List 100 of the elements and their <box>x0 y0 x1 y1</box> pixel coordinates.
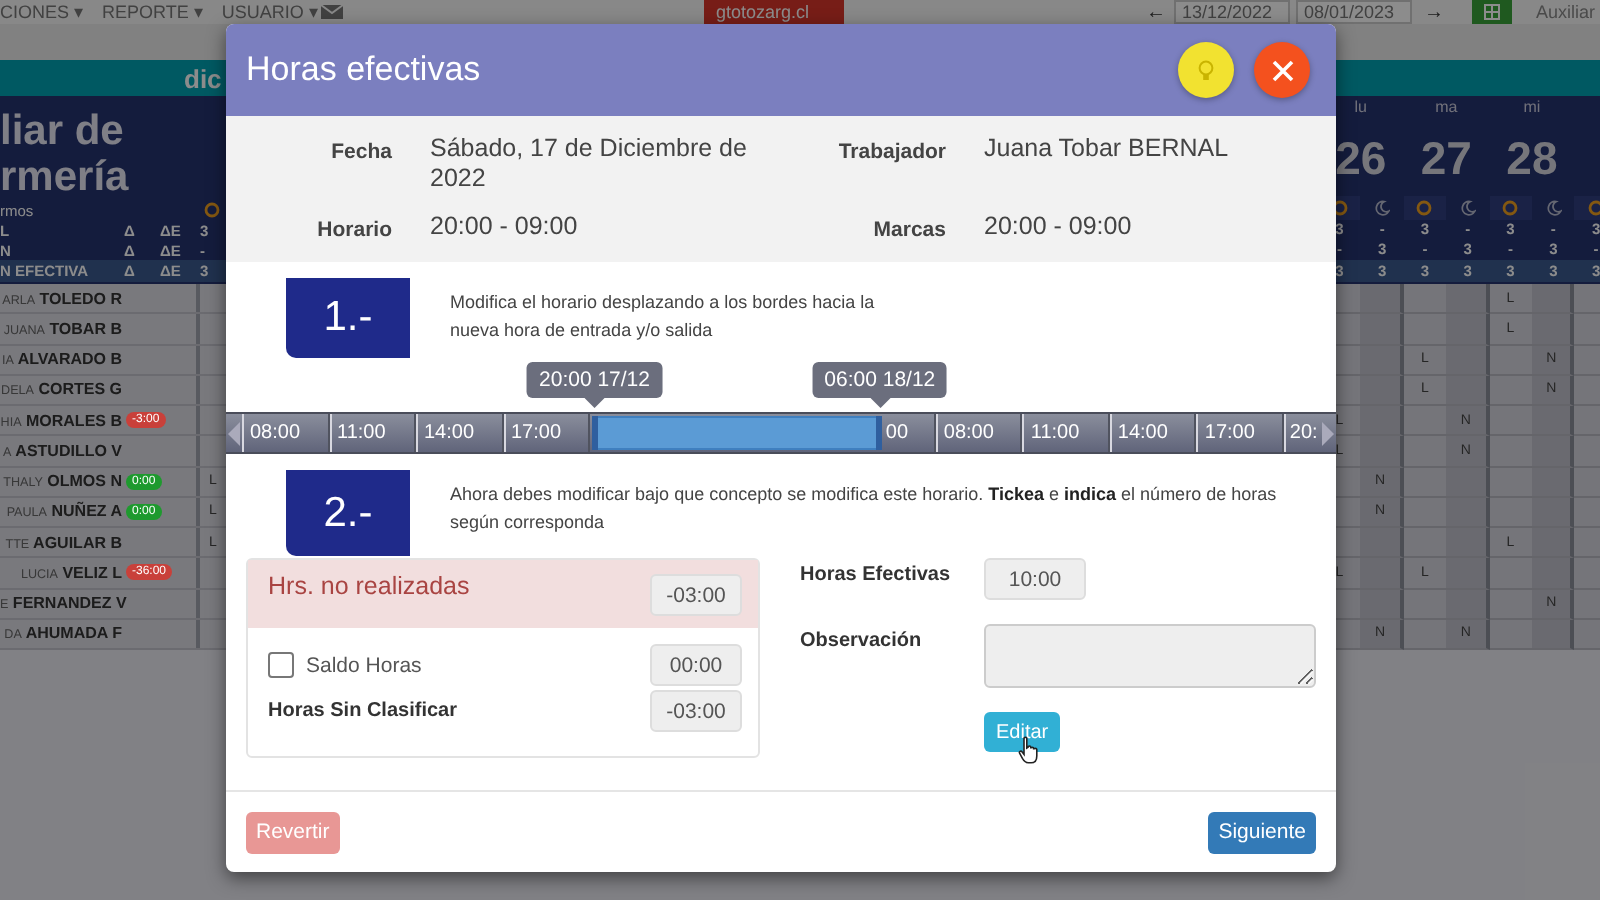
schedule-cell[interactable] <box>1531 558 1575 589</box>
schedule-cell[interactable] <box>1360 284 1404 315</box>
schedule-cell[interactable] <box>1446 589 1490 620</box>
close-icon <box>1271 59 1293 81</box>
left-arrow-icon[interactable] <box>228 421 240 445</box>
time-field[interactable]: 10:00 <box>984 558 1086 600</box>
schedule-cell[interactable] <box>1446 345 1490 376</box>
selected-range[interactable] <box>594 416 880 450</box>
date-field[interactable]: 13/12/2022 <box>1174 0 1290 24</box>
next-button[interactable]: → <box>1422 1 1446 23</box>
sun-icon <box>1416 200 1433 216</box>
mail-icon[interactable] <box>320 4 344 20</box>
next-button[interactable]: Siguiente <box>1208 811 1316 853</box>
range-handle[interactable] <box>876 416 883 450</box>
schedule-cell[interactable] <box>1403 436 1447 467</box>
day-number: 26 <box>1333 130 1389 188</box>
time-tick: 08:00 <box>242 414 329 452</box>
time-field[interactable]: 00:00 <box>650 644 742 686</box>
schedule-cell[interactable] <box>1403 284 1447 315</box>
nav-menu[interactable]: USUARIO ▾ <box>221 2 319 22</box>
field-label: Marcas <box>871 216 946 242</box>
schedule-cell[interactable] <box>1360 314 1404 345</box>
user-menu[interactable]: Auxiliar <box>1536 2 1596 22</box>
schedule-cell[interactable] <box>1531 284 1575 315</box>
field-label: Trabajador <box>836 138 946 164</box>
weekday-label: ma <box>1433 96 1460 120</box>
field-label: Horario <box>315 216 392 242</box>
schedule-cell[interactable] <box>1489 436 1532 467</box>
time-tick: 08:00 <box>935 414 1023 452</box>
schedule-cell[interactable] <box>1403 528 1447 559</box>
time-tick: 20: <box>1283 414 1318 452</box>
edit-button[interactable]: Editar <box>984 712 1061 753</box>
step-number: 2.- <box>286 470 410 556</box>
schedule-cell[interactable] <box>1446 528 1490 559</box>
field-value: Juana Tobar BERNAL <box>984 134 1231 164</box>
schedule-cell[interactable] <box>1446 284 1490 315</box>
schedule-cell[interactable] <box>1489 558 1532 589</box>
nav-menu[interactable]: REPORTE ▾ <box>102 2 204 22</box>
moon-icon <box>1459 200 1476 216</box>
schedule-cell[interactable] <box>1360 528 1404 559</box>
hand-cursor-icon <box>1018 735 1040 764</box>
schedule-cell[interactable] <box>1360 345 1404 376</box>
right-arrow-icon[interactable] <box>1322 421 1334 445</box>
schedule-cell[interactable] <box>1531 528 1575 559</box>
schedule-cell[interactable] <box>1360 589 1404 620</box>
observation-field[interactable] <box>984 623 1316 688</box>
sun-icon <box>204 202 220 218</box>
range-handle[interactable] <box>591 416 598 450</box>
export-button[interactable] <box>1472 0 1512 24</box>
time-tick: 14:00 <box>416 414 503 452</box>
field-label: Fecha <box>329 138 392 164</box>
schedule-cell[interactable] <box>1446 467 1490 498</box>
day-number: 28 <box>1504 130 1560 188</box>
schedule-cell[interactable] <box>1446 314 1490 345</box>
sun-icon <box>1502 200 1519 216</box>
grid-icon <box>1484 4 1500 20</box>
sun-icon <box>1331 200 1348 216</box>
weekday-label: lu <box>1352 96 1369 120</box>
nav-menu[interactable]: CIONES ▾ <box>0 2 85 22</box>
weekday-label: mi <box>1521 96 1543 120</box>
field-value: Sábado, 17 de Diciembre de 2022 <box>430 134 749 194</box>
moon-icon <box>1374 200 1391 216</box>
close-button[interactable] <box>1254 42 1310 98</box>
time-field[interactable]: -03:00 <box>650 574 742 616</box>
schedule-cell[interactable] <box>1446 497 1490 528</box>
month-label: dic <box>184 63 222 93</box>
checkbox[interactable] <box>268 652 294 678</box>
time-tick: 17:00 <box>1196 414 1284 452</box>
schedule-cell[interactable] <box>1360 558 1404 589</box>
time-tick: 11:00 <box>1022 414 1110 452</box>
prev-button[interactable]: ← <box>1144 1 1168 23</box>
time-tick: 17:00 <box>503 414 590 452</box>
handle-tooltip: 06:00 18/12 <box>812 362 948 408</box>
date-field[interactable]: 08/01/2023 <box>1296 0 1412 24</box>
schedule-cell[interactable] <box>1446 375 1490 406</box>
handle-tooltip: 20:00 17/12 <box>527 362 662 408</box>
schedule-cell[interactable] <box>1360 375 1404 406</box>
time-field[interactable]: -03:00 <box>650 690 742 732</box>
schedule-cell[interactable] <box>1489 406 1532 437</box>
schedule-cell[interactable] <box>1360 436 1404 467</box>
schedule-cell[interactable] <box>1360 406 1404 437</box>
schedule-cell[interactable] <box>1403 314 1447 345</box>
schedule-cell[interactable] <box>1446 558 1490 589</box>
checkbox-label: Saldo Horas <box>306 653 422 677</box>
instruction-text: Modifica el horario desplazando a los bordes hacia la nueva hora de entrada y/o salida <box>450 290 877 344</box>
sun-icon <box>1588 200 1600 216</box>
hint-button[interactable] <box>1178 42 1234 98</box>
dialog-title: Horas efectivas <box>246 50 483 90</box>
time-tick: 11:00 <box>329 414 416 452</box>
lightbulb-icon <box>1198 59 1214 81</box>
field-label: Horas Sin Clasificar <box>268 698 457 722</box>
section-heading: Hrs. no realizadas <box>268 570 470 604</box>
schedule-cell[interactable] <box>1531 436 1575 467</box>
schedule-cell[interactable] <box>1403 406 1447 437</box>
schedule-cell[interactable] <box>1531 406 1575 437</box>
day-number: 27 <box>1418 130 1474 188</box>
field-label: Horas Efectivas <box>800 562 953 586</box>
site-badge[interactable]: gtotozarg.cl <box>704 0 844 24</box>
step-number: 1.- <box>286 278 410 358</box>
schedule-cell[interactable] <box>1531 314 1575 345</box>
